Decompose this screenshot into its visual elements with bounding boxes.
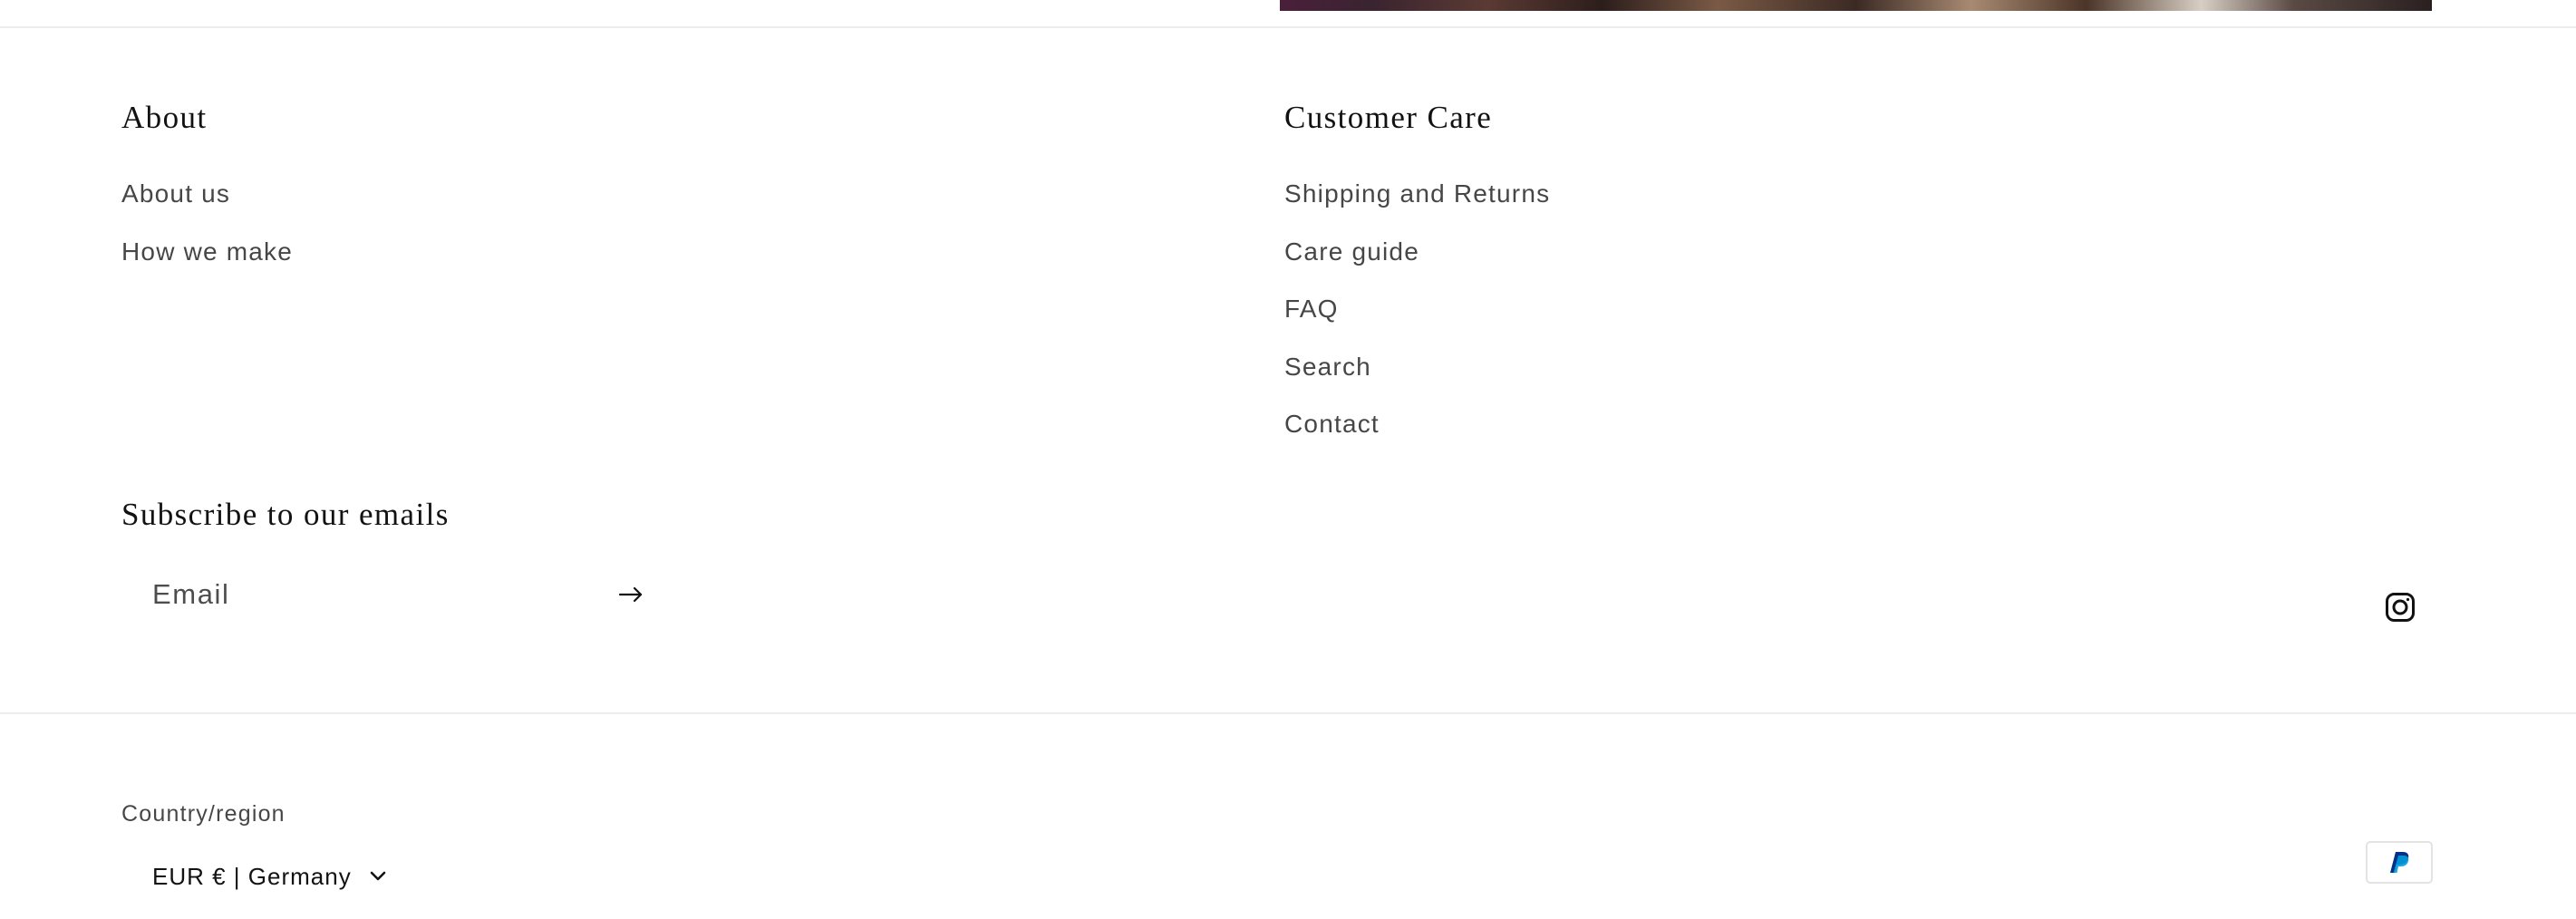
- about-heading: About: [121, 100, 208, 135]
- list-item: About us: [121, 176, 293, 234]
- list-item: FAQ: [1284, 291, 1550, 349]
- list-item: Contact: [1284, 406, 1550, 464]
- faq-link[interactable]: FAQ: [1284, 291, 1339, 327]
- about-link-list: About us How we make: [121, 176, 293, 291]
- footer-block-about: About About us How we make: [121, 94, 293, 291]
- footer-bottom-divider: [0, 712, 2576, 714]
- contact-link[interactable]: Contact: [1284, 406, 1380, 442]
- footer-page: About About us How we make Customer Care…: [0, 0, 2576, 919]
- email-input[interactable]: [121, 556, 669, 633]
- country-region-selector[interactable]: EUR € | Germany: [121, 852, 393, 901]
- instagram-link[interactable]: [2375, 582, 2426, 633]
- newsletter-heading: Subscribe to our emails: [121, 497, 450, 532]
- newsletter-form: [121, 556, 669, 633]
- newsletter-block: Subscribe to our emails: [121, 491, 669, 633]
- list-item: Shipping and Returns: [1284, 176, 1550, 234]
- paypal-icon: [2388, 850, 2410, 875]
- chevron-down-icon: [370, 871, 386, 882]
- customer-care-link-list: Shipping and Returns Care guide FAQ Sear…: [1284, 176, 1550, 464]
- how-we-make-link[interactable]: How we make: [121, 234, 293, 270]
- customer-care-heading: Customer Care: [1284, 100, 1493, 135]
- about-us-link[interactable]: About us: [121, 176, 230, 212]
- instagram-icon: [2385, 592, 2416, 623]
- featured-image-bottom-edge: [1280, 0, 2432, 11]
- arrow-right-icon: [618, 585, 644, 604]
- shipping-and-returns-link[interactable]: Shipping and Returns: [1284, 176, 1550, 212]
- footer-top-divider: [0, 26, 2576, 28]
- localization-form: Country/region EUR € | Germany: [121, 798, 386, 890]
- payment-method: [2366, 841, 2433, 884]
- country-region-label: Country/region: [121, 801, 286, 827]
- list-item: How we make: [121, 234, 293, 292]
- country-region-value: EUR € | Germany: [152, 862, 352, 890]
- subscribe-submit-button[interactable]: [593, 556, 669, 633]
- footer-block-customer-care: Customer Care Shipping and Returns Care …: [1284, 94, 1550, 464]
- list-item: Search: [1284, 349, 1550, 407]
- list-item: Care guide: [1284, 234, 1550, 292]
- care-guide-link[interactable]: Care guide: [1284, 234, 1419, 270]
- search-link[interactable]: Search: [1284, 349, 1371, 385]
